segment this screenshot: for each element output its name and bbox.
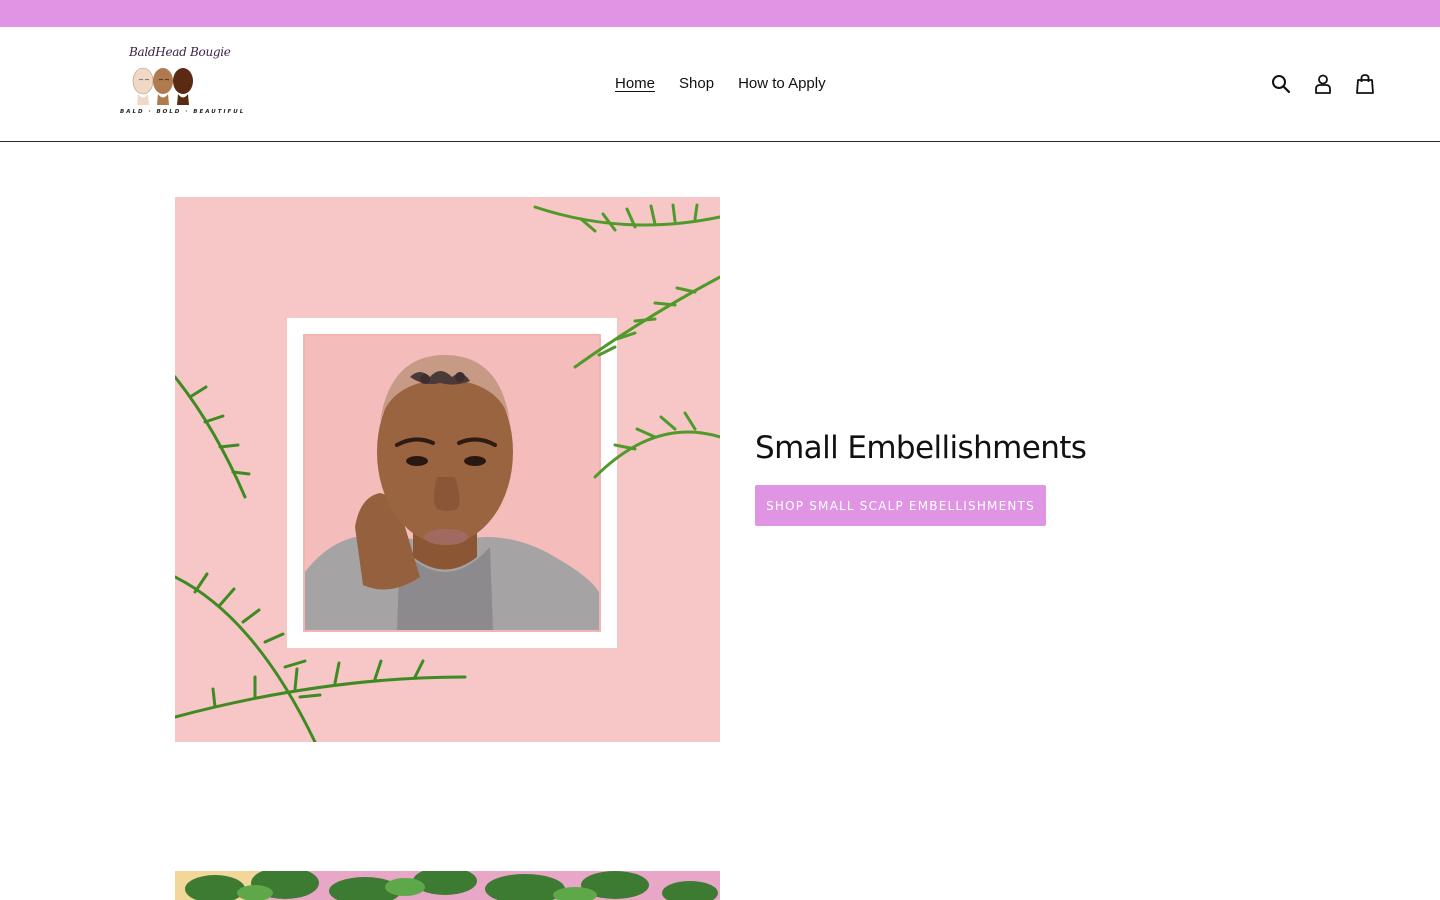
search-icon[interactable] [1270,73,1292,95]
hero-title: Small Embellishments [755,430,1087,466]
logo-script-text: BaldHead Bougie [129,45,231,59]
main-nav: Home Shop How to Apply [615,74,850,94]
brand-logo[interactable]: BaldHead Bougie BALD · BOLD · BEAUTIFUL [118,43,243,119]
nav-how-to-apply[interactable]: How to Apply [738,74,826,94]
secondary-image [175,871,720,900]
hero-image [175,197,720,742]
shop-small-embellishments-button[interactable]: SHOP SMALL SCALP EMBELLISHMENTS [755,485,1046,526]
logo-tagline: BALD · BOLD · BEAUTIFUL [120,109,246,115]
logo-faces-graphic [132,67,193,105]
nav-shop[interactable]: Shop [679,74,714,94]
site-header: BaldHead Bougie BALD · BOLD · BEAUTIFUL … [0,27,1440,142]
nav-home[interactable]: Home [615,74,655,94]
announcement-bar [0,0,1440,27]
account-icon[interactable] [1312,73,1334,95]
cart-icon[interactable] [1354,73,1376,95]
header-icons [1250,73,1376,95]
